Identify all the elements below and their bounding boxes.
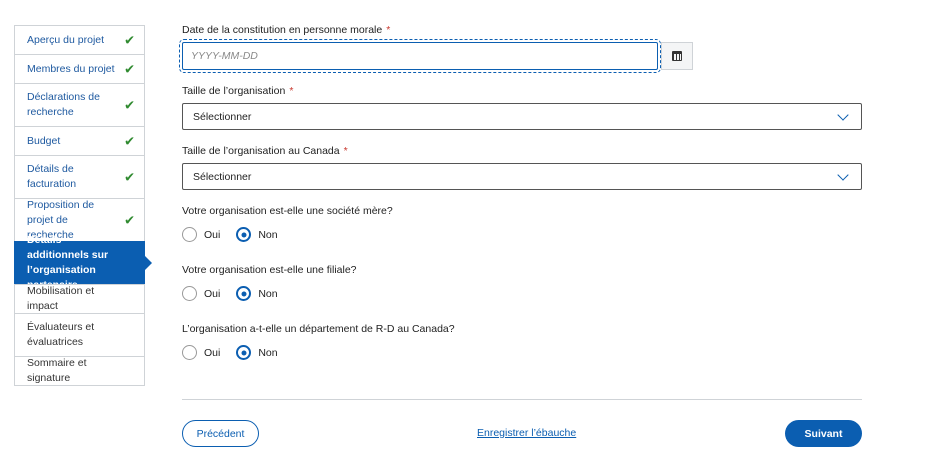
checkmark-icon: ✔ bbox=[124, 169, 135, 185]
partner-details-form: Date de la constitution en personne mora… bbox=[179, 24, 862, 360]
size-canada-label: Taille de l’organisation au Canada * bbox=[182, 145, 348, 157]
sidebar-item-label: Déclarations de recherche bbox=[27, 91, 100, 118]
sidebar-item-membres[interactable]: Membres du projet ✔ bbox=[14, 54, 145, 84]
footer-divider bbox=[182, 399, 862, 400]
chevron-down-icon bbox=[837, 108, 849, 121]
rd-department-yes[interactable]: Oui bbox=[182, 345, 220, 360]
radio-circle-selected[interactable] bbox=[236, 345, 252, 360]
calendar-icon bbox=[672, 51, 682, 61]
required-mark: * bbox=[386, 24, 391, 36]
sidebar-item-sommaire[interactable]: Sommaire et signature bbox=[14, 356, 145, 386]
sidebar-item-label: Aperçu du projet bbox=[27, 33, 105, 46]
radio-circle[interactable] bbox=[182, 345, 197, 360]
parent-company-yes[interactable]: Oui bbox=[182, 227, 220, 242]
save-draft-link[interactable]: Enregistrer l’ébauche bbox=[477, 427, 576, 439]
checkmark-icon: ✔ bbox=[124, 212, 135, 228]
size-select[interactable]: Sélectionner bbox=[182, 103, 862, 130]
subsidiary-no[interactable]: Non bbox=[236, 286, 278, 301]
date-row: YYYY-MM-DD bbox=[179, 39, 862, 73]
checkmark-icon: ✔ bbox=[124, 32, 135, 48]
sidebar-item-label: Budget bbox=[27, 134, 61, 147]
sidebar-item-label: Détails de facturation bbox=[27, 163, 77, 190]
date-label: Date de la constitution en personne mora… bbox=[182, 24, 391, 36]
parent-company-no[interactable]: Non bbox=[236, 227, 278, 242]
date-input[interactable]: YYYY-MM-DD bbox=[179, 39, 661, 73]
parent-company-question: Votre organisation est-elle une société … bbox=[182, 205, 393, 217]
sidebar-item-label: Mobilisation et impact bbox=[27, 285, 95, 312]
sidebar-item-details-partenaire[interactable]: Détails additionnels sur l’organisation … bbox=[14, 234, 145, 291]
checkmark-icon: ✔ bbox=[124, 97, 135, 113]
radio-circle-selected[interactable] bbox=[236, 286, 252, 301]
checkmark-icon: ✔ bbox=[124, 133, 135, 149]
sidebar-item-evaluateurs[interactable]: Évaluateurs et évaluatrices bbox=[14, 313, 145, 357]
required-mark: * bbox=[289, 85, 294, 97]
sidebar-item-mobilisation[interactable]: Mobilisation et impact bbox=[14, 284, 145, 314]
required-mark: * bbox=[343, 145, 348, 157]
calendar-button[interactable] bbox=[661, 42, 693, 70]
sidebar-item-budget[interactable]: Budget ✔ bbox=[14, 126, 145, 156]
next-button[interactable]: Suivant bbox=[785, 420, 862, 447]
radio-circle[interactable] bbox=[182, 227, 197, 242]
subsidiary-yes[interactable]: Oui bbox=[182, 286, 220, 301]
radio-circle[interactable] bbox=[182, 286, 197, 301]
chevron-down-icon bbox=[837, 168, 849, 181]
sidebar-item-label: Évaluateurs et évaluatrices bbox=[27, 321, 95, 348]
subsidiary-question: Votre organisation est-elle une filiale? bbox=[182, 264, 357, 276]
sidebar-item-declarations[interactable]: Déclarations de recherche ✔ bbox=[14, 83, 145, 127]
parent-company-radios: Oui Non bbox=[182, 227, 862, 242]
checkmark-icon: ✔ bbox=[124, 61, 135, 77]
radio-circle-selected[interactable] bbox=[236, 227, 252, 242]
rd-department-radios: Oui Non bbox=[182, 345, 862, 360]
sidebar-item-apercu[interactable]: Aperçu du projet ✔ bbox=[14, 25, 145, 55]
previous-button[interactable]: Précédent bbox=[182, 420, 259, 447]
sidebar-item-label: Sommaire et signature bbox=[27, 357, 87, 384]
size-label: Taille de l’organisation * bbox=[182, 85, 294, 97]
rd-department-no[interactable]: Non bbox=[236, 345, 278, 360]
sidebar-item-label: Membres du projet bbox=[27, 62, 115, 75]
section-nav: Aperçu du projet ✔ Membres du projet ✔ D… bbox=[14, 25, 145, 386]
sidebar-item-facturation[interactable]: Détails de facturation ✔ bbox=[14, 155, 145, 199]
subsidiary-radios: Oui Non bbox=[182, 286, 862, 301]
rd-department-question: L’organisation a-t-elle un département d… bbox=[182, 323, 455, 335]
size-canada-select[interactable]: Sélectionner bbox=[182, 163, 862, 190]
